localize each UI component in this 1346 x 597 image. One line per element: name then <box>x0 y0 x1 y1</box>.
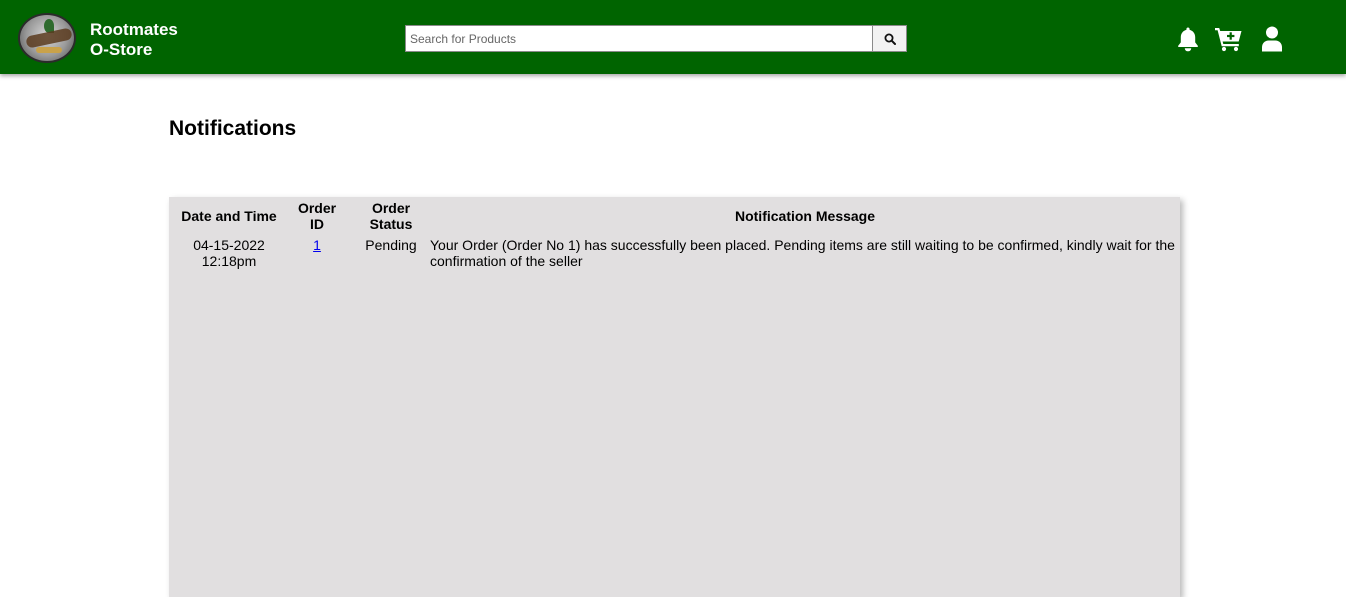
order-id-link[interactable]: 1 <box>313 237 321 253</box>
search-button[interactable] <box>872 25 907 52</box>
header-order-id: Order ID <box>297 200 337 232</box>
cart-button[interactable] <box>1214 24 1244 54</box>
search-input[interactable] <box>405 25 873 52</box>
header-message: Notification Message <box>734 208 876 224</box>
cart-plus-icon <box>1215 28 1242 52</box>
cell-date-time: 04-15-2022 12:18pm <box>193 237 265 269</box>
header-date-time: Date and Time <box>181 208 277 224</box>
notifications-button[interactable] <box>1173 24 1203 54</box>
header-order-status: Order Status <box>369 200 413 232</box>
brand-line-1: Rootmates <box>90 20 178 39</box>
account-button[interactable] <box>1257 24 1287 54</box>
page-title: Notifications <box>169 117 297 140</box>
bell-icon <box>1178 27 1198 52</box>
table-header-row: Date and Time Order ID Order Status Notifi… <box>176 199 1180 233</box>
brand-line-2: O-Store <box>90 40 153 59</box>
cell-message: Your Order (Order No 1) has successfully… <box>430 237 1175 269</box>
cell-order-id: 1 <box>282 233 352 269</box>
search-bar <box>405 25 907 52</box>
table-row: 04-15-2022 12:18pm 1 Pending Your Order (… <box>176 233 1180 269</box>
cell-status: Pending <box>365 237 417 253</box>
search-icon <box>884 33 896 45</box>
top-navbar: Rootmates O-Store <box>0 0 1346 74</box>
store-logo[interactable] <box>18 13 76 63</box>
notifications-panel: Date and Time Order ID Order Status Notifi… <box>169 197 1180 597</box>
brand-name[interactable]: Rootmates O-Store <box>90 20 178 60</box>
notifications-table: Date and Time Order ID Order Status Notifi… <box>176 199 1180 269</box>
user-icon <box>1262 26 1282 52</box>
